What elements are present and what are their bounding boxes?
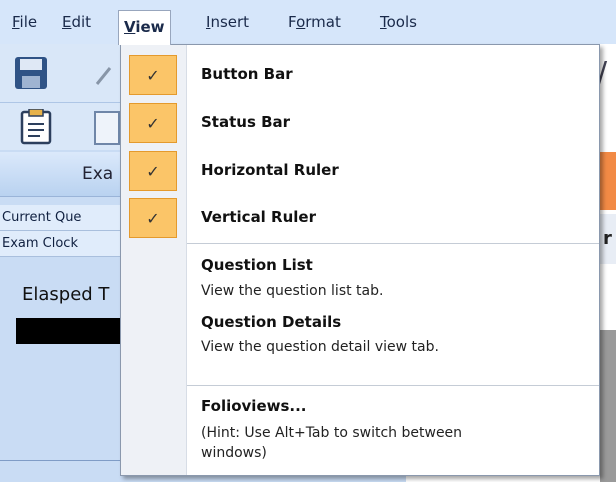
check-icon[interactable]: ✓ (129, 103, 177, 143)
menu-view[interactable]: View (118, 10, 171, 45)
orange-tab[interactable] (600, 152, 616, 210)
white-panel (600, 264, 616, 294)
check-icon[interactable]: ✓ (129, 151, 177, 191)
menu-tools[interactable]: Tools (380, 0, 417, 44)
current-question-label: Current Que (0, 205, 125, 231)
menu-item-status-bar[interactable]: Status Bar (201, 113, 290, 131)
clock-display (16, 318, 125, 344)
clipboard-icon[interactable] (20, 109, 52, 145)
document-icon[interactable] (94, 111, 120, 145)
exam-tab[interactable]: Exa (0, 152, 125, 197)
menu-separator (187, 243, 599, 244)
view-menu: ✓ Button Bar ✓ Status Bar ✓ Horizontal R… (120, 44, 600, 476)
brush-icon[interactable] (94, 62, 120, 88)
menu-edit[interactable]: Edit (62, 0, 91, 44)
gray-panel (600, 330, 616, 482)
folioviews-hint: (Hint: Use Alt+Tab to switch between win… (201, 425, 463, 461)
check-icon[interactable]: ✓ (129, 55, 177, 95)
save-icon[interactable] (14, 56, 48, 90)
menu-item-folioviews[interactable]: Folioviews... (201, 397, 307, 415)
menu-insert[interactable]: Insert (206, 0, 249, 44)
menu-file[interactable]: File (12, 0, 37, 44)
menu-item-horizontal-ruler[interactable]: Horizontal Ruler (201, 161, 339, 179)
check-icon[interactable]: ✓ (129, 198, 177, 238)
question-list-description: View the question list tab. (201, 283, 384, 299)
menu-format[interactable]: Format (288, 0, 341, 44)
menu-item-button-bar[interactable]: Button Bar (201, 65, 293, 83)
menu-item-vertical-ruler[interactable]: Vertical Ruler (201, 208, 316, 226)
exam-clock-label: Exam Clock (0, 231, 125, 257)
menu-item-question-list[interactable]: Question List (201, 256, 313, 274)
question-details-description: View the question detail view tab. (201, 339, 439, 355)
column-letter: r (603, 228, 612, 249)
menu-bar: File Edit View Insert Format Tools (0, 0, 616, 45)
menu-separator (187, 385, 599, 386)
elapsed-time-label: Elasped T (22, 284, 110, 305)
menu-item-question-details[interactable]: Question Details (201, 313, 341, 331)
